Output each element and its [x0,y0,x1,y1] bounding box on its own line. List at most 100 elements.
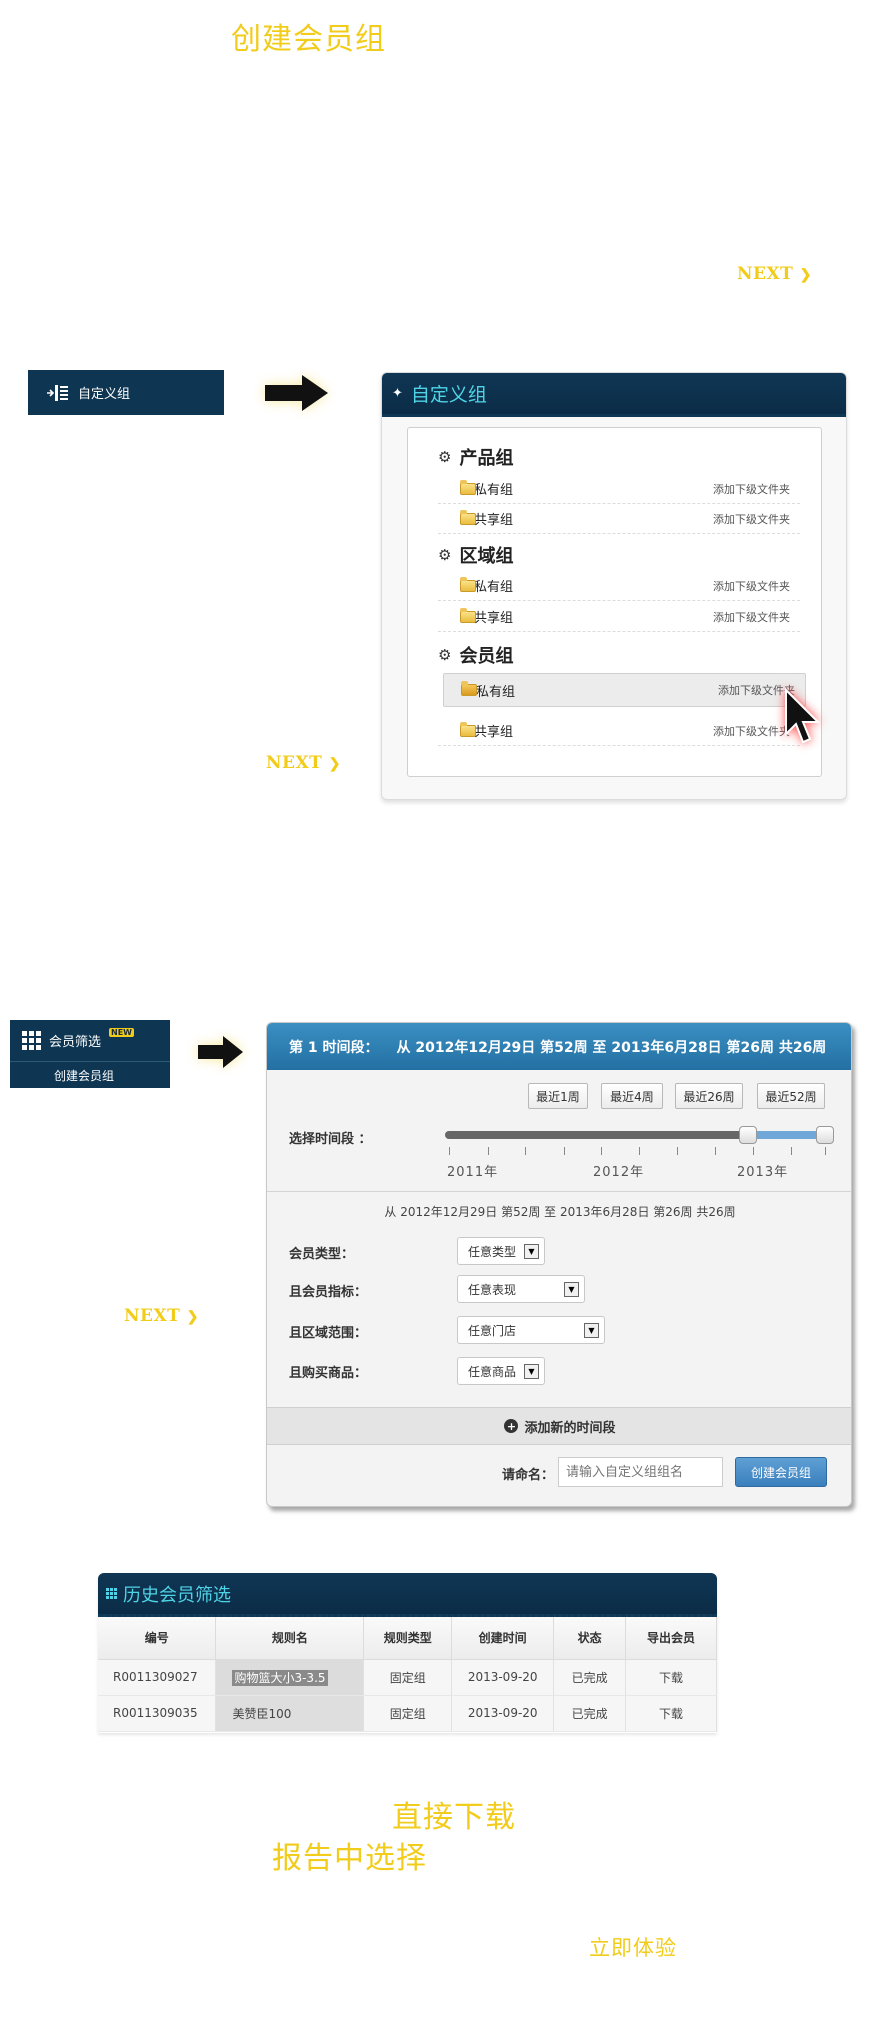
quick-range-52w-button[interactable]: 最近52周 [757,1083,825,1109]
slider-tick [825,1147,826,1155]
quick-range-1w-button[interactable]: 最近1周 [528,1083,588,1109]
group-heading-product[interactable]: ⚙ 产品组 [438,444,513,470]
slider-tick [791,1147,792,1155]
list-indent-icon [47,384,68,401]
cell-id: R0011309035 [98,1695,217,1732]
chevron-right-icon: ❯ [799,267,812,283]
slider-handle-start[interactable] [739,1126,757,1144]
member-filter-panel: 第 1 时间段： 从 2012年12月29日 第52周 至 2013年6月28日… [266,1022,852,1507]
sidebar-item-label: 会员筛选 [49,1035,102,1050]
add-subfolder-link[interactable]: 添加下级文件夹 [713,511,790,527]
select-value: 任意表现 [468,1282,517,1297]
next-label: NEXT [266,753,323,773]
tree-item-label: 私有组 [474,580,514,595]
panel-title: 历史会员筛选 [123,1584,231,1606]
folder-icon [460,509,476,525]
tree-item[interactable]: 私有组 添加下级文件夹 [438,474,800,504]
tree-item[interactable]: 共享组 添加下级文件夹 [438,504,800,534]
period-index: 第 1 时间段： [289,1039,379,1056]
group-tree: ⚙ 产品组 私有组 添加下级文件夹 共享组 添加下级文件夹 ⚙ 区域组 私有组 … [407,427,822,777]
quick-range-26w-button[interactable]: 最近26周 [675,1083,743,1109]
member-metric-select[interactable]: 任意表现 ▼ [457,1275,585,1303]
hero-title: 创建会员组 [231,22,386,57]
grid-menu-icon [22,1031,41,1050]
chevron-down-icon: ▼ [564,1282,579,1297]
add-period-label: 添加新的时间段 [524,1420,616,1436]
column-header: 规则名 [215,1617,365,1660]
select-value: 任意门店 [468,1323,517,1338]
slider-handle-end[interactable] [816,1126,834,1144]
open-folder-icon [461,681,477,696]
add-subfolder-link[interactable]: 添加下级文件夹 [713,723,790,739]
slider-tick [601,1147,602,1155]
tree-item[interactable]: 私有组 添加下级文件夹 [438,571,800,601]
group-name-input[interactable] [558,1457,723,1487]
quick-range-4w-button[interactable]: 最近4周 [601,1083,663,1109]
cell-rule-name[interactable]: 美赞臣100 [215,1695,365,1732]
chevron-down-icon: ▼ [584,1323,599,1338]
next-link-3[interactable]: NEXT ❯ [124,1306,199,1326]
report-select-heading: 报告中选择 [272,1841,427,1876]
next-link-1[interactable]: NEXT ❯ [737,264,812,284]
add-subfolder-link[interactable]: 添加下级文件夹 [713,481,790,497]
rule-name-text: 购物篮大小3-3.5 [232,1669,328,1686]
field-label: 且会员指标： [289,1285,368,1300]
add-period-button[interactable]: + 添加新的时间段 [267,1407,851,1445]
field-label: 会员类型： [289,1247,355,1262]
slider-tick [449,1147,450,1155]
chevron-down-icon: ▼ [524,1244,539,1259]
gears-icon: ⚙ [438,646,452,664]
tree-item-selected[interactable]: 私有组 添加下级文件夹 [443,673,806,707]
cell-status: 已完成 [553,1695,627,1732]
chevron-right-icon: ❯ [186,1309,199,1325]
add-subfolder-link[interactable]: 添加下级文件夹 [713,609,790,625]
slider-tick [715,1147,716,1155]
download-link[interactable]: 下载 [625,1659,717,1696]
create-member-group-button[interactable]: 创建会员组 [735,1457,827,1487]
group-heading-member[interactable]: ⚙ 会员组 [438,642,513,668]
cell-id: R0011309027 [98,1659,217,1696]
cell-rule-type: 固定组 [363,1695,453,1732]
slider-tick [525,1147,526,1155]
table-icon [106,1588,117,1599]
member-type-select[interactable]: 任意类型 ▼ [457,1237,545,1265]
select-value: 任意类型 [468,1244,517,1259]
panel-header: ✦ 自定义组 [382,373,846,417]
cell-rule-name[interactable]: 购物篮大小3-3.5 [215,1659,365,1696]
region-select[interactable]: 任意门店 ▼ [457,1316,605,1344]
chevron-right-icon: ❯ [328,756,341,772]
tree-item[interactable]: 共享组 添加下级文件夹 [438,602,800,632]
tree-item-label: 共享组 [474,725,514,740]
mouse-cursor-icon [785,687,821,744]
table-row[interactable]: R0011309035 美赞臣100 固定组 2013-09-20 已完成 下载 [98,1695,717,1732]
group-heading-region[interactable]: ⚙ 区域组 [438,542,513,568]
year-label: 2011年 [447,1165,499,1180]
sidebar-item-custom-group[interactable]: 自定义组 [28,370,224,415]
add-subfolder-link[interactable]: 添加下级文件夹 [713,578,790,594]
tree-item[interactable]: 共享组 添加下级文件夹 [438,716,800,746]
field-label: 且购买商品： [289,1366,368,1381]
product-select[interactable]: 任意商品 ▼ [457,1357,545,1385]
panel-header: 历史会员筛选 [98,1573,717,1617]
download-link[interactable]: 下载 [625,1695,717,1732]
period-header: 第 1 时间段： 从 2012年12月29日 第52周 至 2013年6月28日… [267,1023,851,1070]
tree-item-label: 私有组 [476,684,516,700]
sidebar-item-member-filter[interactable]: 会员筛选 NEW [10,1020,170,1062]
folder-icon [460,479,476,495]
table-row[interactable]: R0011309027 购物篮大小3-3.5 固定组 2013-09-20 已完… [98,1659,717,1696]
slider-tick [564,1147,565,1155]
sidebar-subitem-create-group[interactable]: 创建会员组 [10,1062,170,1088]
gears-icon: ⚙ [438,448,452,466]
slider-tick [488,1147,489,1155]
cell-rule-type: 固定组 [363,1659,453,1696]
arrow-right-icon [265,375,328,411]
next-label: NEXT [737,264,794,284]
try-now-link[interactable]: 立即体验 [589,1932,677,1962]
sidebar-subitem-label: 创建会员组 [54,1068,115,1083]
next-label: NEXT [124,1306,181,1326]
group-name: 区域组 [459,546,514,567]
direct-download-heading: 直接下载 [392,1800,516,1835]
arrow-right-icon [198,1036,243,1068]
next-link-2[interactable]: NEXT ❯ [266,753,341,773]
panel-title: 自定义组 [410,384,487,406]
